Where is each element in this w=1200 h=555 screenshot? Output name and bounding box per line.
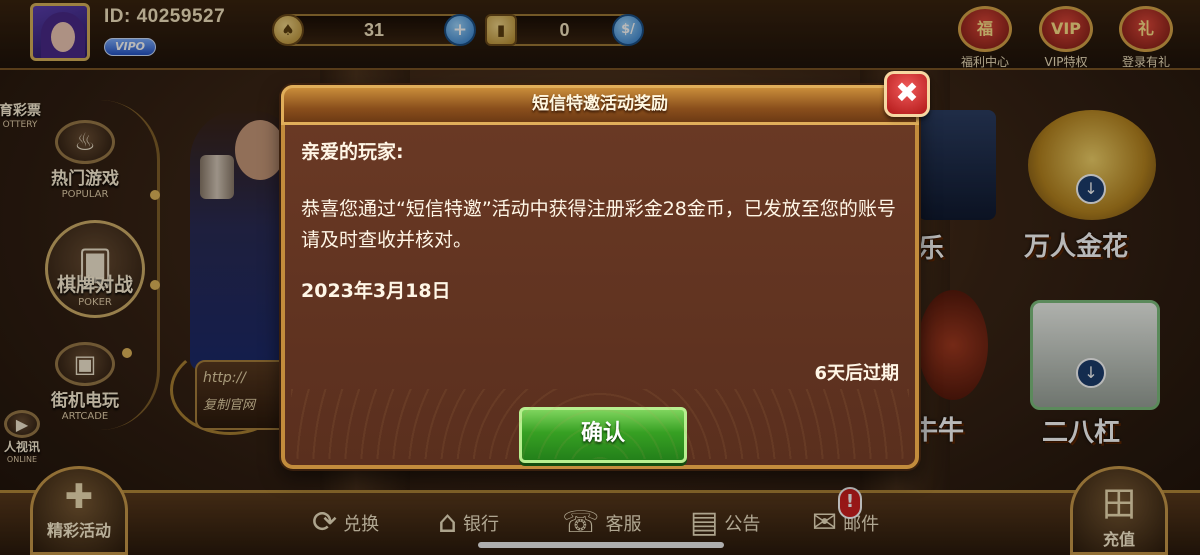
dialog-message: 恭喜您通过“短信特邀”活动中获得注册彩金28金币，已发放至您的账号请及时查收并核… bbox=[301, 198, 896, 251]
dialog-title: 短信特邀活动奖励 bbox=[281, 85, 919, 125]
expiry-notice: 6天后过期 bbox=[814, 363, 899, 384]
reward-dialog: 短信特邀活动奖励 亲爱的玩家: 恭喜您通过“短信特邀”活动中获得注册彩金28金币… bbox=[281, 85, 919, 469]
close-icon[interactable]: ✖ bbox=[884, 71, 930, 117]
dialog-date: 2023年3月18日 bbox=[301, 280, 451, 302]
dialog-greeting: 亲爱的玩家: bbox=[301, 141, 404, 163]
confirm-button[interactable]: 确认 bbox=[519, 407, 687, 463]
dialog-body: 亲爱的玩家: 恭喜您通过“短信特邀”活动中获得注册彩金28金币，已发放至您的账号… bbox=[301, 137, 899, 307]
